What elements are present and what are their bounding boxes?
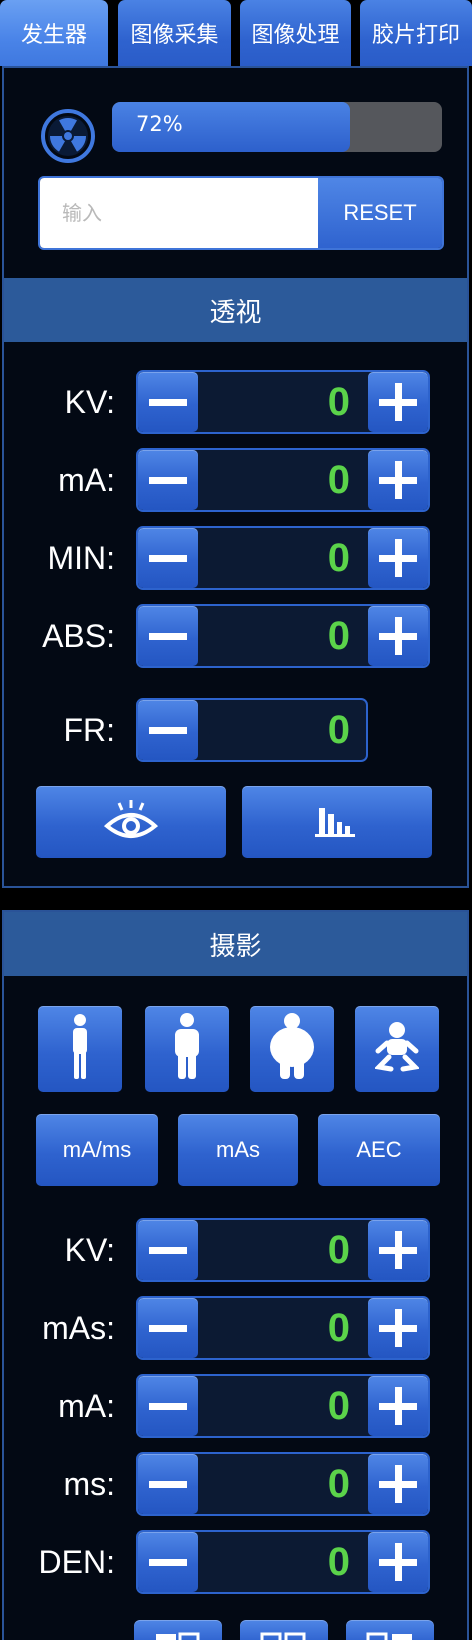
param-label: KV: xyxy=(64,383,115,420)
param-row-mas: mAs: 0 xyxy=(4,1296,467,1360)
infant-body-icon xyxy=(373,1021,421,1077)
fr-value: 0 xyxy=(327,707,350,752)
param-row-ma: mA: 0 xyxy=(4,448,467,512)
tab-image-acquisition[interactable]: 图像采集 xyxy=(118,0,231,66)
ms-minus-button[interactable] xyxy=(138,1454,198,1514)
generator-progress-bar: 72% xyxy=(112,102,442,152)
waveform-icon xyxy=(315,802,359,842)
abs-value: 0 xyxy=(327,613,350,658)
param-row-fr: FR: 0 xyxy=(4,698,467,762)
reset-button[interactable]: RESET xyxy=(318,178,442,248)
large-body-button[interactable] xyxy=(250,1006,334,1092)
param-label: DEN: xyxy=(38,1543,115,1580)
den-value: 0 xyxy=(327,1539,350,1584)
ma-value: 0 xyxy=(327,1383,350,1428)
kv-value: 0 xyxy=(327,1227,350,1272)
mas-minus-button[interactable] xyxy=(138,1298,198,1358)
ma-plus-button[interactable] xyxy=(368,1376,428,1436)
param-label: ABS: xyxy=(42,617,115,654)
slim-body-icon xyxy=(65,1013,95,1085)
ma-plus-button[interactable] xyxy=(368,450,428,510)
min-minus-button[interactable] xyxy=(138,528,198,588)
tab-image-processing[interactable]: 图像处理 xyxy=(240,0,351,66)
min-stepper: 0 xyxy=(136,526,430,590)
command-input[interactable] xyxy=(40,178,318,248)
kv-plus-button[interactable] xyxy=(368,372,428,432)
ma-value: 0 xyxy=(327,457,350,502)
layout-button-2[interactable] xyxy=(240,1620,328,1640)
tab-bar: 发生器 图像采集 图像处理 胶片打印 xyxy=(0,0,472,67)
mas-value: 0 xyxy=(327,1305,350,1350)
abs-plus-button[interactable] xyxy=(368,606,428,666)
kv-minus-button[interactable] xyxy=(138,1220,198,1280)
param-row-kv: KV: 0 xyxy=(4,1218,467,1282)
ma-minus-button[interactable] xyxy=(138,1376,198,1436)
infant-body-button[interactable] xyxy=(355,1006,439,1092)
layout-button-3[interactable] xyxy=(346,1620,434,1640)
ms-value: 0 xyxy=(327,1461,350,1506)
generator-panel: 72% RESET 透视 KV: 0 mA: 0 MIN: 0 ABS: xyxy=(2,66,469,888)
normal-body-icon xyxy=(169,1013,205,1085)
param-label: mAs: xyxy=(42,1309,115,1346)
param-row-ma: mA: 0 xyxy=(4,1374,467,1438)
tab-generator[interactable]: 发生器 xyxy=(0,0,108,66)
mode-ma-ms-button[interactable]: mA/ms xyxy=(36,1114,158,1186)
den-plus-button[interactable] xyxy=(368,1532,428,1592)
kv-stepper: 0 xyxy=(136,1218,430,1282)
param-label: mA: xyxy=(58,1387,115,1424)
command-input-group: RESET xyxy=(38,176,444,250)
ma-minus-button[interactable] xyxy=(138,450,198,510)
radiography-panel: 摄影 mA/ms mAs AEC KV: 0 mAs: 0 mA: 0 ms: … xyxy=(2,910,469,1640)
den-minus-button[interactable] xyxy=(138,1532,198,1592)
layout-split-icon xyxy=(366,1632,414,1640)
kv-minus-button[interactable] xyxy=(138,372,198,432)
radiography-header: 摄影 xyxy=(4,912,467,976)
ms-stepper: 0 xyxy=(136,1452,430,1516)
min-plus-button[interactable] xyxy=(368,528,428,588)
param-row-kv: KV: 0 xyxy=(4,370,467,434)
param-row-ms: ms: 0 xyxy=(4,1452,467,1516)
mas-stepper: 0 xyxy=(136,1296,430,1360)
param-label: MIN: xyxy=(47,539,115,576)
fluoroscopy-header: 透视 xyxy=(4,278,467,342)
kv-plus-button[interactable] xyxy=(368,1220,428,1280)
fr-minus-button[interactable] xyxy=(138,700,198,760)
layout-split-icon xyxy=(260,1632,308,1640)
abs-stepper: 0 xyxy=(136,604,430,668)
abs-minus-button[interactable] xyxy=(138,606,198,666)
mas-plus-button[interactable] xyxy=(368,1298,428,1358)
param-row-abs: ABS: 0 xyxy=(4,604,467,668)
eye-icon xyxy=(103,798,159,846)
param-label: mA: xyxy=(58,461,115,498)
min-value: 0 xyxy=(327,535,350,580)
radiation-icon xyxy=(40,108,96,164)
param-label: FR: xyxy=(63,711,115,748)
tab-film-print[interactable]: 胶片打印 xyxy=(360,0,472,66)
progress-text: 72% xyxy=(136,112,183,136)
slim-body-button[interactable] xyxy=(38,1006,122,1092)
mode-mas-button[interactable]: mAs xyxy=(178,1114,298,1186)
param-label: KV: xyxy=(64,1231,115,1268)
ms-plus-button[interactable] xyxy=(368,1454,428,1514)
large-body-icon xyxy=(267,1013,317,1085)
layout-split-icon xyxy=(154,1632,202,1640)
normal-body-button[interactable] xyxy=(145,1006,229,1092)
fluoroscopy-view-button[interactable] xyxy=(36,786,226,858)
kv-value: 0 xyxy=(327,379,350,424)
mode-aec-button[interactable]: AEC xyxy=(318,1114,440,1186)
fluoroscopy-waveform-button[interactable] xyxy=(242,786,432,858)
param-row-min: MIN: 0 xyxy=(4,526,467,590)
param-row-den: DEN: 0 xyxy=(4,1530,467,1594)
ma-stepper: 0 xyxy=(136,448,430,512)
layout-button-1[interactable] xyxy=(134,1620,222,1640)
fr-stepper: 0 xyxy=(136,698,368,762)
den-stepper: 0 xyxy=(136,1530,430,1594)
ma-stepper: 0 xyxy=(136,1374,430,1438)
kv-stepper: 0 xyxy=(136,370,430,434)
param-label: ms: xyxy=(63,1465,115,1502)
